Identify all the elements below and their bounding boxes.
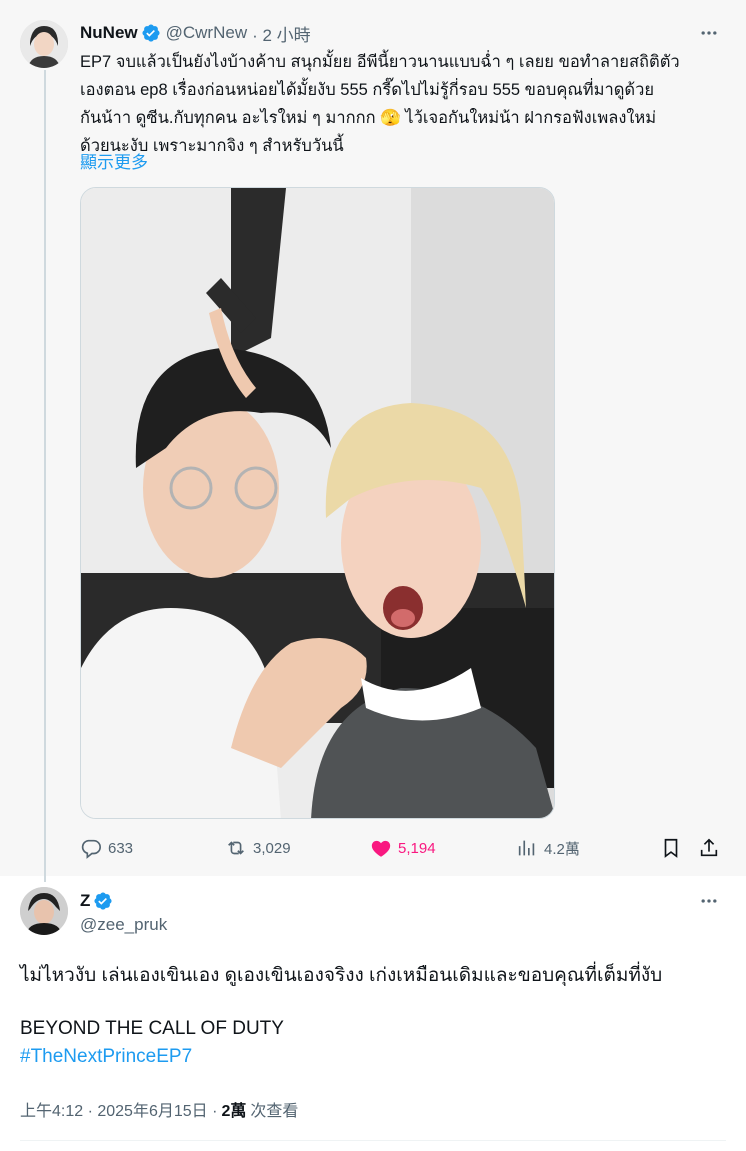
tweet-header: Z bbox=[80, 890, 113, 912]
more-icon bbox=[701, 31, 717, 35]
like-count: 5,194 bbox=[398, 839, 436, 857]
hashtag-link[interactable]: #TheNextPrinceEP7 bbox=[20, 1046, 192, 1068]
divider bbox=[20, 1140, 726, 1141]
avatar[interactable] bbox=[20, 20, 68, 68]
author-name[interactable]: NuNew bbox=[80, 23, 138, 43]
reply-button[interactable]: 633 bbox=[80, 834, 133, 862]
selfie-photo bbox=[81, 188, 554, 818]
tweet-text: BEYOND THE CALL OF DUTY bbox=[20, 1018, 284, 1039]
author-handle[interactable]: @zee_pruk bbox=[80, 915, 167, 935]
tweet-text-line: EP7 จบแล้วเป็นยังไงบ้างค้าบ สนุกมั้ยย อี… bbox=[80, 53, 680, 71]
verified-badge-icon bbox=[141, 23, 161, 43]
tweet-header: NuNew @CwrNew · 2 小時 bbox=[80, 21, 311, 46]
avatar[interactable] bbox=[20, 887, 68, 935]
author-name[interactable]: Z bbox=[80, 891, 90, 911]
tweet-text-line: กันน้าา ดูซีน.กับทุกคน อะไรใหม่ ๆ มากกก … bbox=[80, 109, 657, 127]
bookmark-icon bbox=[664, 838, 678, 858]
share-icon bbox=[700, 838, 718, 857]
reply-count: 633 bbox=[108, 839, 134, 857]
views-button[interactable]: 4.2萬 bbox=[516, 834, 580, 862]
more-options-button[interactable] bbox=[698, 22, 720, 44]
tweet-meta: 上午4:12 · 2025年6月15日 · 2萬 次查看 bbox=[20, 1097, 298, 1121]
views-icon bbox=[518, 840, 535, 856]
tweet-actions: 633 3,029 5,194 4.2萬 bbox=[80, 834, 725, 862]
tweet-text: EP7 จบแล้วเป็นยังไงบ้างค้าบ สนุกมั้ยย อี… bbox=[80, 48, 725, 160]
tweet-text-line: เองตอน ep8 เรื่องก่อนหน่อยได้มั้ยงับ 555… bbox=[80, 81, 655, 99]
avatar-photo bbox=[20, 20, 68, 68]
views-count: 2萬 bbox=[221, 1103, 247, 1120]
author-handle[interactable]: @CwrNew bbox=[166, 23, 247, 43]
like-button[interactable]: 5,194 bbox=[370, 834, 436, 862]
share-button[interactable] bbox=[698, 834, 726, 862]
tweet-text-line: ด้วยนะงับ เพราะมากจิง ๆ สำหรับวันนี้ bbox=[80, 137, 344, 155]
more-icon bbox=[701, 899, 717, 903]
show-more-link[interactable]: 顯示更多 bbox=[80, 148, 148, 173]
retweet-button[interactable]: 3,029 bbox=[225, 834, 291, 862]
avatar-photo bbox=[20, 887, 68, 935]
reply-icon bbox=[81, 839, 101, 859]
verified-badge-icon bbox=[93, 891, 113, 911]
more-options-button[interactable] bbox=[698, 890, 720, 912]
parent-tweet[interactable]: NuNew @CwrNew · 2 小時 EP7 จบแล้วเป็นยังไง… bbox=[0, 0, 746, 882]
views-count: 4.2萬 bbox=[544, 840, 580, 858]
retweet-count: 3,029 bbox=[253, 839, 291, 857]
views-label: 次查看 bbox=[250, 1103, 299, 1120]
tweet-photo[interactable] bbox=[80, 187, 555, 819]
bookmark-button[interactable] bbox=[660, 834, 688, 862]
thread-connector-line bbox=[44, 70, 46, 882]
retweet-icon bbox=[228, 841, 244, 855]
heart-icon bbox=[371, 840, 391, 857]
tweet-text: ไม่ไหวงับ เล่นเองเขินเอง ดูเองเขินเองจริ… bbox=[20, 965, 663, 986]
tweet-time[interactable]: · 2 小時 bbox=[252, 21, 311, 46]
tweet-timestamp[interactable]: 上午4:12 · 2025年6月15日 · bbox=[20, 1097, 217, 1121]
